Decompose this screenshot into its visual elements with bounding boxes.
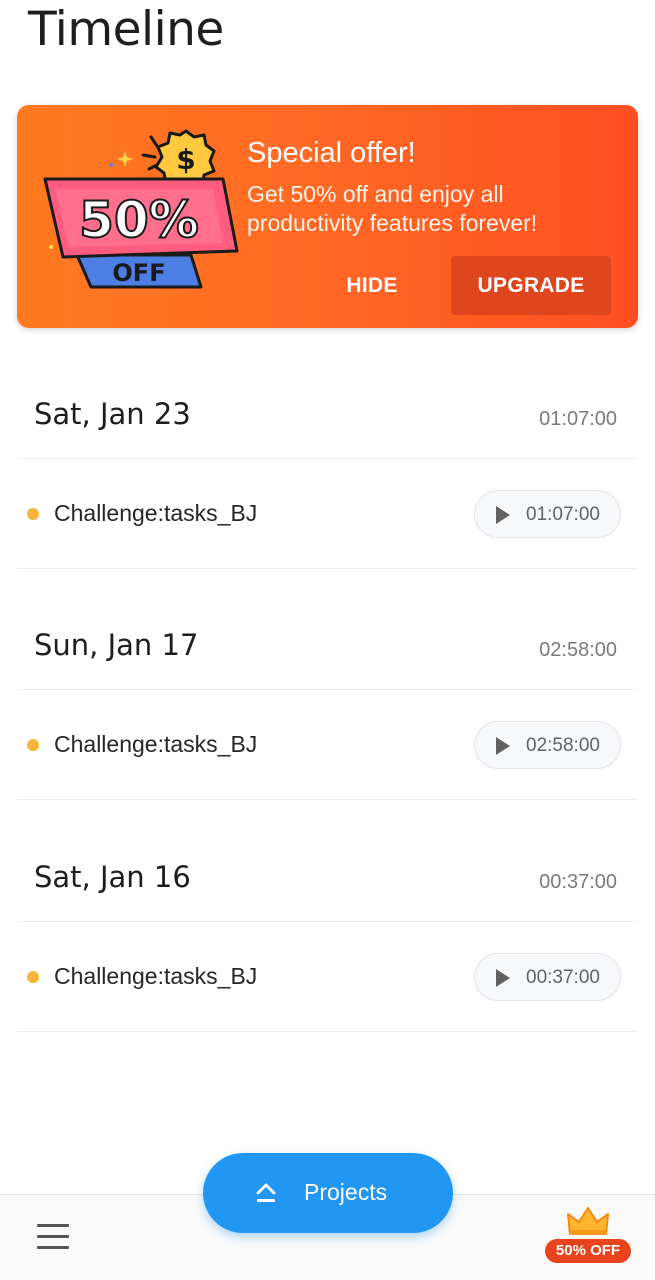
projects-button-label: Projects [304, 1179, 388, 1205]
day-date: Sat, Jan 23 [34, 397, 191, 431]
day-total-duration: 02:58:00 [539, 639, 617, 661]
svg-text:$: $ [176, 143, 195, 176]
resume-timer-button[interactable]: 00:37:00 [474, 953, 621, 1001]
projects-button[interactable]: Projects [203, 1153, 453, 1233]
time-entry-name: Challenge:tasks_BJ [54, 963, 258, 989]
day-header: Sat, Jan 23 01:07:00 [17, 373, 638, 459]
day-group: Sun, Jan 17 02:58:00 Challenge:tasks_BJ … [17, 604, 638, 800]
promo-banner: $ OFF 50% Special offer! Get 50% off and… [17, 105, 638, 328]
promo-body: Get 50% off and enjoy all productivity f… [247, 181, 538, 236]
play-icon [496, 969, 510, 987]
time-entry-duration: 02:58:00 [526, 735, 600, 756]
project-color-dot [27, 971, 39, 983]
chevron-up-icon [256, 1183, 276, 1202]
discount-tag-illustration: $ OFF 50% [43, 129, 239, 289]
day-date: Sun, Jan 17 [34, 628, 199, 662]
time-entry-name: Challenge:tasks_BJ [54, 500, 258, 526]
promo-art-off-text: OFF [112, 259, 165, 287]
project-color-dot [27, 739, 39, 751]
hide-button[interactable]: HIDE [337, 265, 407, 307]
time-entry-row[interactable]: Challenge:tasks_BJ 00:37:00 [17, 922, 638, 1032]
day-header: Sat, Jan 16 00:37:00 [17, 836, 638, 922]
time-entry-row[interactable]: Challenge:tasks_BJ 02:58:00 [17, 690, 638, 800]
page-title: Timeline [28, 2, 224, 57]
promo-title: Special offer! [247, 137, 416, 169]
resume-timer-button[interactable]: 01:07:00 [474, 490, 621, 538]
discount-badge-button[interactable]: 50% OFF [545, 1206, 631, 1266]
day-total-duration: 01:07:00 [539, 408, 617, 430]
crown-icon [567, 1207, 609, 1235]
promo-art-percent-text: 50% [79, 191, 199, 249]
day-date: Sat, Jan 16 [34, 860, 191, 894]
project-color-dot [27, 508, 39, 520]
discount-badge-label: 50% OFF [545, 1239, 631, 1263]
time-entry-name: Challenge:tasks_BJ [54, 731, 258, 757]
day-header: Sun, Jan 17 02:58:00 [17, 604, 638, 690]
time-entry-duration: 00:37:00 [526, 967, 600, 988]
day-group: Sat, Jan 16 00:37:00 Challenge:tasks_BJ … [17, 836, 638, 1032]
play-icon [496, 506, 510, 524]
day-total-duration: 00:37:00 [539, 871, 617, 893]
play-icon [496, 737, 510, 755]
time-entry-duration: 01:07:00 [526, 504, 600, 525]
day-group: Sat, Jan 23 01:07:00 Challenge:tasks_BJ … [17, 373, 638, 569]
resume-timer-button[interactable]: 02:58:00 [474, 721, 621, 769]
hamburger-menu-icon[interactable] [37, 1224, 69, 1250]
time-entry-row[interactable]: Challenge:tasks_BJ 01:07:00 [17, 459, 638, 569]
upgrade-button[interactable]: UPGRADE [451, 256, 611, 315]
